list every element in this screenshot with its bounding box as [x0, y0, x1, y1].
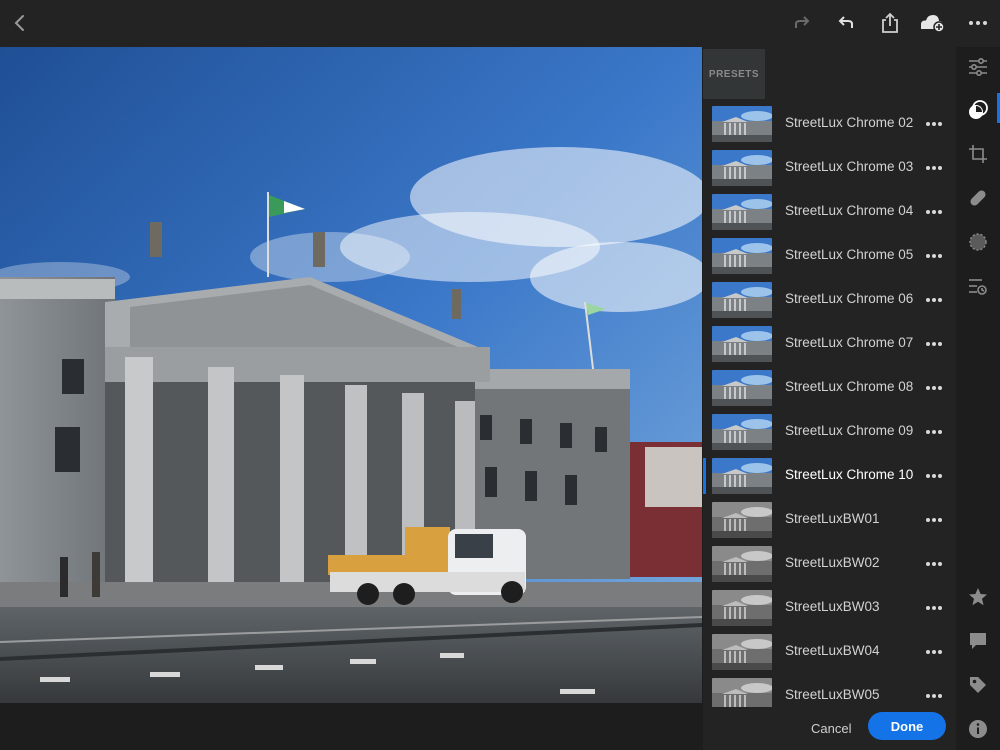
preset-name: StreetLuxBW01 [785, 511, 880, 526]
preset-more-icon[interactable] [923, 686, 945, 706]
preset-item[interactable]: StreetLux Chrome 03 [703, 146, 956, 190]
preset-name: StreetLuxBW03 [785, 599, 880, 614]
preset-more-icon[interactable] [923, 290, 945, 310]
preset-thumbnail [712, 458, 772, 494]
selected-preset-indicator [703, 458, 706, 494]
edit-sliders-icon[interactable] [963, 52, 993, 82]
undo-icon[interactable] [831, 8, 861, 38]
healing-icon[interactable] [963, 183, 993, 213]
preset-name: StreetLux Chrome 02 [785, 115, 914, 130]
back-icon[interactable] [5, 8, 35, 38]
panel-footer: Cancel Done [703, 707, 956, 750]
top-toolbar [0, 0, 1000, 47]
preset-name: StreetLux Chrome 03 [785, 159, 914, 174]
photo-canvas[interactable] [0, 47, 702, 703]
preset-more-icon[interactable] [923, 422, 945, 442]
panel-header: PRESETS [703, 47, 956, 99]
preset-item[interactable]: StreetLux Chrome 09 [703, 410, 956, 454]
preset-thumbnail [712, 150, 772, 186]
cancel-button[interactable]: Cancel [811, 717, 851, 739]
preset-item[interactable]: StreetLux Chrome 08 [703, 366, 956, 410]
preset-more-icon[interactable] [923, 466, 945, 486]
preset-more-icon[interactable] [923, 598, 945, 618]
preset-name: StreetLux Chrome 05 [785, 247, 914, 262]
preset-more-icon[interactable] [923, 202, 945, 222]
preset-thumbnail [712, 678, 772, 707]
info-icon[interactable] [963, 714, 993, 744]
preset-item[interactable]: StreetLuxBW02 [703, 542, 956, 586]
preset-thumbnail [712, 502, 772, 538]
preset-name: StreetLuxBW02 [785, 555, 880, 570]
preset-item[interactable]: StreetLux Chrome 04 [703, 190, 956, 234]
preset-thumbnail [712, 370, 772, 406]
preset-item[interactable]: StreetLuxBW01 [703, 498, 956, 542]
preset-name: StreetLux Chrome 08 [785, 379, 914, 394]
preset-name: StreetLux Chrome 10 [785, 467, 914, 482]
preset-name: StreetLux Chrome 07 [785, 335, 914, 350]
done-button[interactable]: Done [868, 712, 946, 740]
preset-more-icon[interactable] [923, 114, 945, 134]
preset-thumbnail [712, 634, 772, 670]
presets-icon[interactable] [963, 95, 993, 125]
preset-list: StreetLux Chrome 02 StreetLux Chrome 03 St… [703, 102, 956, 707]
preset-thumbnail [712, 590, 772, 626]
tag-icon[interactable] [963, 670, 993, 700]
preset-thumbnail [712, 238, 772, 274]
preset-name: StreetLux Chrome 09 [785, 423, 914, 438]
share-icon[interactable] [875, 8, 905, 38]
preset-item[interactable]: StreetLux Chrome 07 [703, 322, 956, 366]
preset-item[interactable]: StreetLux Chrome 05 [703, 234, 956, 278]
edit-toolstrip [956, 47, 1000, 750]
preset-more-icon[interactable] [923, 246, 945, 266]
filmstrip-area [0, 703, 702, 750]
presets-panel: PRESETS StreetLux Chrome 02 StreetLux Chr… [703, 47, 956, 750]
more-icon[interactable] [963, 8, 993, 38]
preset-more-icon[interactable] [923, 510, 945, 530]
preset-thumbnail [712, 546, 772, 582]
preset-item[interactable]: StreetLuxBW04 [703, 630, 956, 674]
preset-more-icon[interactable] [923, 554, 945, 574]
tab-presets[interactable]: PRESETS [703, 49, 765, 99]
preset-thumbnail [712, 194, 772, 230]
rating-star-icon[interactable] [963, 582, 993, 612]
selective-icon[interactable] [963, 227, 993, 257]
preset-thumbnail [712, 326, 772, 362]
preset-thumbnail [712, 282, 772, 318]
preset-item[interactable]: StreetLux Chrome 10 [703, 454, 956, 498]
preset-more-icon[interactable] [923, 642, 945, 662]
comment-icon[interactable] [963, 626, 993, 656]
crop-icon[interactable] [963, 139, 993, 169]
preset-thumbnail [712, 106, 772, 142]
redo-icon[interactable] [787, 8, 817, 38]
cloud-add-icon[interactable] [918, 8, 948, 38]
preset-name: StreetLux Chrome 04 [785, 203, 914, 218]
preset-name: StreetLuxBW04 [785, 643, 880, 658]
preset-item[interactable]: StreetLux Chrome 06 [703, 278, 956, 322]
preset-name: StreetLux Chrome 06 [785, 291, 914, 306]
preset-item[interactable]: StreetLux Chrome 02 [703, 102, 956, 146]
preset-more-icon[interactable] [923, 334, 945, 354]
preset-item[interactable]: StreetLuxBW03 [703, 586, 956, 630]
preset-thumbnail [712, 414, 772, 450]
preset-item[interactable]: StreetLuxBW05 [703, 674, 956, 707]
preset-more-icon[interactable] [923, 378, 945, 398]
versions-icon[interactable] [963, 271, 993, 301]
preset-more-icon[interactable] [923, 158, 945, 178]
preset-name: StreetLuxBW05 [785, 687, 880, 702]
